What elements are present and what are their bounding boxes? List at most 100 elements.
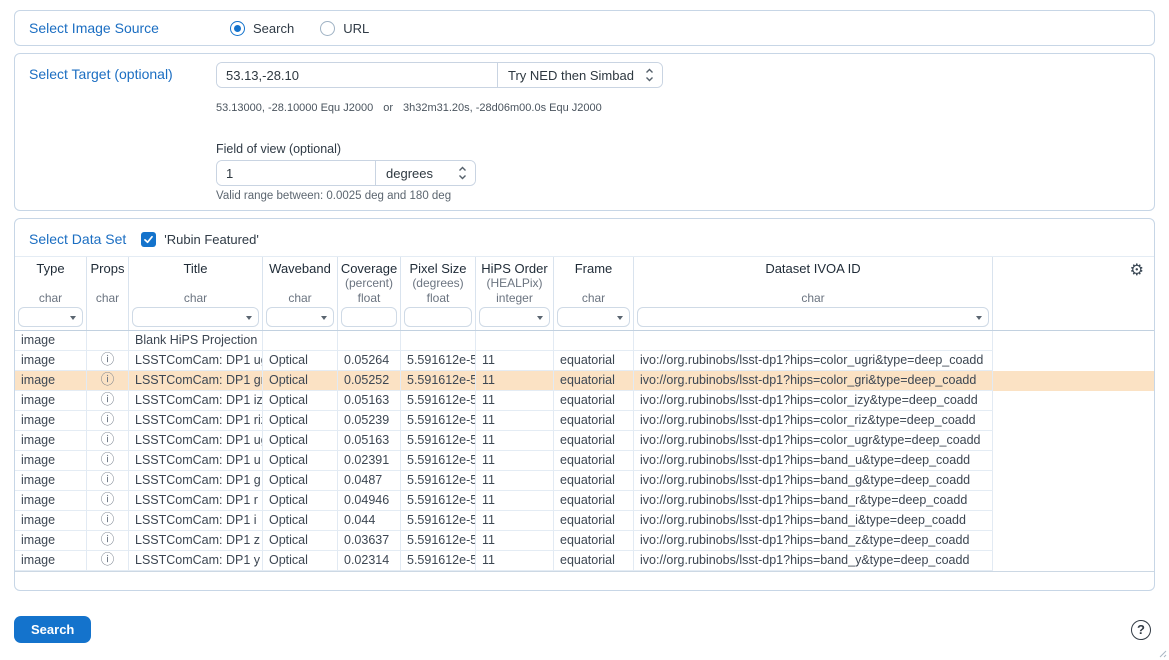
resolved-coords: 53.13000, -28.10000 Equ J2000or3h32m31.2… xyxy=(216,102,663,114)
footer: Search ? xyxy=(14,616,1155,643)
cell-ivoa_id xyxy=(634,331,993,351)
table-row[interactable]: imageⓘLSSTComCam: DP1 iOptical0.0445.591… xyxy=(15,511,1154,531)
radio-unselected-icon xyxy=(320,21,335,36)
column-header-ivoa_id[interactable]: Dataset IVOA IDchar xyxy=(634,257,993,330)
radio-search-label: Search xyxy=(253,21,294,36)
cell-ivoa_id: ivo://org.rubinobs/lsst-dp1?hips=color_u… xyxy=(634,431,993,451)
fov-unit-value: degrees xyxy=(386,166,433,181)
cell-type: image xyxy=(15,371,87,391)
table-row[interactable]: imageⓘLSSTComCam: DP1 ugriOptical0.05264… xyxy=(15,351,1154,371)
cell-frame: equatorial xyxy=(554,531,634,551)
column-unit: char xyxy=(129,290,262,306)
info-icon[interactable]: ⓘ xyxy=(101,492,115,507)
column-subtitle xyxy=(87,276,128,290)
target-input[interactable] xyxy=(217,63,497,87)
column-header-pixel_size[interactable]: Pixel Size(degrees)float xyxy=(401,257,476,330)
table-row[interactable]: imageⓘLSSTComCam: DP1 izyOptical0.051635… xyxy=(15,391,1154,411)
filter-ivoa_id-select[interactable] xyxy=(637,307,989,327)
column-header-filler: ⚙ xyxy=(993,257,1154,330)
cell-type: image xyxy=(15,391,87,411)
table-row[interactable]: imageⓘLSSTComCam: DP1 yOptical0.023145.5… xyxy=(15,551,1154,571)
info-icon[interactable]: ⓘ xyxy=(101,552,115,567)
table-row[interactable]: imageⓘLSSTComCam: DP1 rOptical0.049465.5… xyxy=(15,491,1154,511)
table-row[interactable]: imageⓘLSSTComCam: DP1 rizOptical0.052395… xyxy=(15,411,1154,431)
table-row[interactable]: imageBlank HiPS Projection xyxy=(15,331,1154,351)
table-row[interactable]: imageⓘLSSTComCam: DP1 gOptical0.04875.59… xyxy=(15,471,1154,491)
info-icon[interactable]: ⓘ xyxy=(101,432,115,447)
table-options-gear-icon[interactable]: ⚙ xyxy=(993,261,1154,279)
filter-title-select[interactable] xyxy=(132,307,259,327)
column-header-waveband[interactable]: Wavebandchar xyxy=(263,257,338,330)
fov-input[interactable] xyxy=(217,161,375,185)
column-subtitle xyxy=(129,276,262,290)
cell-frame: equatorial xyxy=(554,411,634,431)
cell-waveband: Optical xyxy=(263,431,338,451)
cell-pixel_size: 5.591612e-5 xyxy=(401,371,476,391)
filter-pixel_size-input[interactable] xyxy=(404,307,472,327)
column-subtitle xyxy=(634,276,992,290)
cell-hips_order xyxy=(476,331,554,351)
column-subtitle xyxy=(554,276,633,290)
column-header-frame[interactable]: Framechar xyxy=(554,257,634,330)
radio-search[interactable]: Search xyxy=(230,21,294,36)
filter-coverage-input[interactable] xyxy=(341,307,397,327)
filter-frame-select[interactable] xyxy=(557,307,630,327)
search-button[interactable]: Search xyxy=(14,616,91,643)
info-icon[interactable]: ⓘ xyxy=(101,512,115,527)
dropdown-arrow-icon xyxy=(321,316,327,320)
fov-unit-select[interactable]: degrees xyxy=(375,161,475,185)
info-icon[interactable]: ⓘ xyxy=(101,372,115,387)
info-icon[interactable]: ⓘ xyxy=(101,532,115,547)
filter-type-select[interactable] xyxy=(18,307,83,327)
rubin-featured-checkbox[interactable]: 'Rubin Featured' xyxy=(141,232,259,247)
column-header-hips_order[interactable]: HiPS Order(HEALPix)integer xyxy=(476,257,554,330)
column-header-coverage[interactable]: Coverage(percent)float xyxy=(338,257,401,330)
table-row[interactable]: imageⓘLSSTComCam: DP1 ugrOptical0.051635… xyxy=(15,431,1154,451)
resolver-select[interactable]: Try NED then Simbad xyxy=(497,63,662,87)
cell-frame: equatorial xyxy=(554,371,634,391)
column-header-props[interactable]: Propschar xyxy=(87,257,129,330)
cell-hips_order: 11 xyxy=(476,431,554,451)
info-icon[interactable]: ⓘ xyxy=(101,392,115,407)
radio-url[interactable]: URL xyxy=(320,21,369,36)
cell-coverage: 0.044 xyxy=(338,511,401,531)
cell-type: image xyxy=(15,531,87,551)
cell-ivoa_id: ivo://org.rubinobs/lsst-dp1?hips=band_r&… xyxy=(634,491,993,511)
table-row[interactable]: imageⓘLSSTComCam: DP1 zOptical0.036375.5… xyxy=(15,531,1154,551)
cell-frame: equatorial xyxy=(554,511,634,531)
resolved-sexagesimal: 3h32m31.20s, -28d06m00.0s Equ J2000 xyxy=(403,102,602,114)
info-icon[interactable]: ⓘ xyxy=(101,452,115,467)
cell-filler xyxy=(993,351,1154,371)
info-icon[interactable]: ⓘ xyxy=(101,352,115,367)
resize-grip[interactable] xyxy=(1158,649,1167,658)
cell-filler xyxy=(993,531,1154,551)
filter-hips_order-select[interactable] xyxy=(479,307,550,327)
image-source-radio-group: Search URL xyxy=(230,21,369,36)
column-title: Type xyxy=(15,261,86,276)
column-header-type[interactable]: Typechar xyxy=(15,257,87,330)
checkbox-checked-icon xyxy=(141,232,156,247)
table-row[interactable]: imageⓘLSSTComCam: DP1 griOptical0.052525… xyxy=(15,371,1154,391)
filter-waveband-select[interactable] xyxy=(266,307,334,327)
cell-filler xyxy=(993,511,1154,531)
cell-waveband: Optical xyxy=(263,471,338,491)
column-header-title[interactable]: Titlechar xyxy=(129,257,263,330)
cell-frame: equatorial xyxy=(554,551,634,571)
radio-url-label: URL xyxy=(343,21,369,36)
cell-type: image xyxy=(15,551,87,571)
dropdown-arrow-icon xyxy=(70,316,76,320)
column-title: Props xyxy=(87,261,128,276)
table-row[interactable]: imageⓘLSSTComCam: DP1 uOptical0.023915.5… xyxy=(15,451,1154,471)
dataset-label: Select Data Set xyxy=(29,231,126,247)
cell-pixel_size: 5.591612e-5 xyxy=(401,391,476,411)
info-icon[interactable]: ⓘ xyxy=(101,412,115,427)
cell-props xyxy=(87,331,129,351)
column-unit: char xyxy=(263,290,337,306)
cell-frame: equatorial xyxy=(554,431,634,451)
help-icon[interactable]: ? xyxy=(1131,620,1151,640)
dropdown-arrow-icon xyxy=(617,316,623,320)
cell-waveband: Optical xyxy=(263,551,338,571)
cell-props: ⓘ xyxy=(87,411,129,431)
info-icon[interactable]: ⓘ xyxy=(101,472,115,487)
resolved-equatorial: 53.13000, -28.10000 Equ J2000 xyxy=(216,102,373,114)
